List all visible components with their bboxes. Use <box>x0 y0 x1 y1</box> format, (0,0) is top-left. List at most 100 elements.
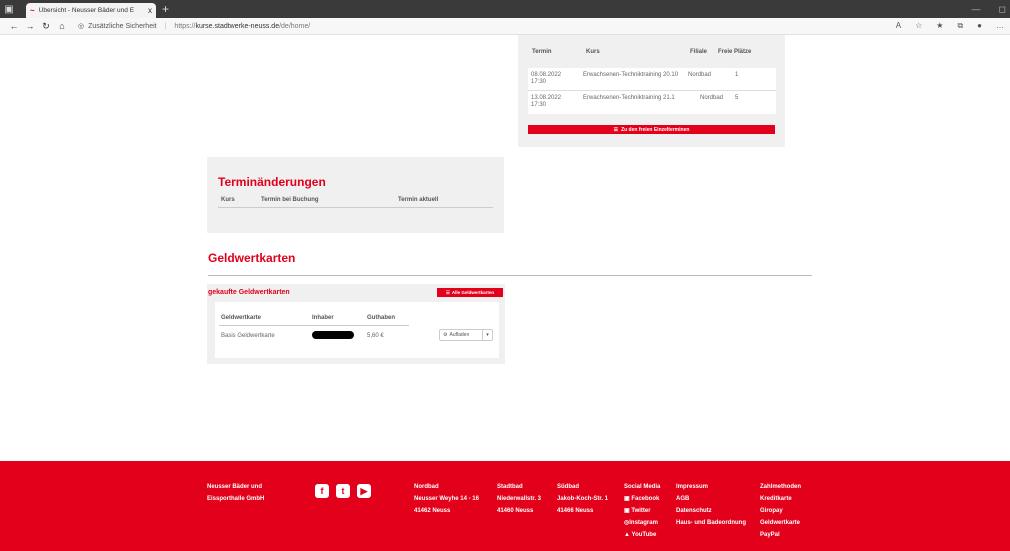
stadtbad-title[interactable]: Stadtbad <box>497 481 541 493</box>
add-favorite-icon[interactable]: ☆ <box>915 21 922 31</box>
col-termin-aktuell: Termin aktuell <box>398 197 439 203</box>
payment-title: Zahlmethoden <box>760 484 802 490</box>
new-tab-button[interactable]: + <box>162 2 169 16</box>
all-value-cards-label: Alle Geldwertkarten <box>451 290 495 295</box>
list-icon: ☰ <box>445 289 450 295</box>
page-content: Termin Kurs Filiale Freie Plätze 08.08.2… <box>0 35 1010 461</box>
social-icons: f t ▶ <box>315 484 371 498</box>
home-icon[interactable]: ⌂ <box>54 21 70 31</box>
cell-kurs: Erwachsenen-Techniktraining 21.1 <box>583 95 675 101</box>
nordbad-street: Neusser Weyhe 14 - 16 <box>414 496 479 502</box>
social-youtube-link[interactable]: ▲ YouTube <box>624 529 660 541</box>
col-geldwertkarte: Geldwertkarte <box>221 315 262 321</box>
cell-termin: 08.08.2022 17:30 <box>531 72 562 85</box>
recharge-button[interactable]: ⚙ Aufladen ▾ <box>439 329 493 341</box>
gear-icon: ⚙ <box>443 332 448 338</box>
social-twitter-link[interactable]: ▣ Twitter <box>624 505 660 517</box>
site-favicon-icon: ~ <box>30 6 35 15</box>
reload-icon[interactable]: ↻ <box>38 21 54 32</box>
agb-link[interactable]: AGB <box>676 493 746 505</box>
facebook-icon: ▣ <box>624 496 630 502</box>
stadtbad-city: 41460 Neuss <box>497 508 534 514</box>
read-aloud-icon[interactable]: A <box>896 21 901 31</box>
window-menu-icon[interactable]: ▣ <box>0 0 18 18</box>
cell-filiale: Nordbad <box>700 95 724 101</box>
url-field[interactable]: ◎ Zusätzliche Sicherheit | https://kurse… <box>78 22 896 31</box>
more-icon[interactable]: … <box>996 21 1004 31</box>
value-cards-title: Geldwertkarten <box>208 251 296 265</box>
cell-kurs: Erwachsenen-Techniktraining 20.10 <box>583 72 679 78</box>
suedbad-title[interactable]: Südbad <box>557 481 608 493</box>
payment-valuecard[interactable]: Geldwertkarte <box>760 517 801 529</box>
twitter-icon[interactable]: t <box>336 484 350 498</box>
browser-tab[interactable]: ~ Übersicht - Neusser Bäder und E x <box>26 3 156 18</box>
purchased-value-cards-box: gekaufte Geldwertkarten ☰ Alle Geldwertk… <box>207 284 505 364</box>
collections-icon[interactable]: ⧉ <box>957 21 963 31</box>
footer-suedbad: Südbad Jakob-Koch-Str. 1 41466 Neuss <box>557 481 608 517</box>
youtube-icon[interactable]: ▶ <box>357 484 371 498</box>
footer-legal: Impressum AGB Datenschutz Haus- und Bade… <box>676 481 746 529</box>
nordbad-title[interactable]: Nordbad <box>414 481 479 493</box>
col-plaetze: Freie Plätze <box>718 49 752 55</box>
social-title: Social Media <box>624 484 661 490</box>
nordbad-city: 41462 Neuss <box>414 508 451 514</box>
payment-creditcard[interactable]: Kreditkarte <box>760 493 801 505</box>
list-icon: ☰ <box>613 126 619 133</box>
facebook-icon[interactable]: f <box>315 484 329 498</box>
recharge-label: Aufladen <box>449 332 470 338</box>
address-bar: ← → ↻ ⌂ ◎ Zusätzliche Sicherheit | https… <box>0 18 1010 35</box>
forward-icon[interactable]: → <box>22 21 38 31</box>
company-line: Eissporthalle GmbH <box>207 496 265 502</box>
divider <box>218 207 493 208</box>
cell-card-name: Basis Geldwertkarte <box>221 333 275 339</box>
appointment-changes-card: Terminänderungen Kurs Termin bei Buchung… <box>207 157 504 233</box>
footer-stadtbad: Stadtbad Niederwallstr. 3 41460 Neuss <box>497 481 541 517</box>
free-appointments-button[interactable]: ☰ Zu den freien Einzelterminen <box>528 125 775 134</box>
youtube-icon: ▲ <box>624 532 630 538</box>
footer-social: Social Media ▣ Facebook ▣ Twitter ◎Insta… <box>624 481 660 541</box>
table-row[interactable]: 08.08.2022 17:30 Erwachsenen-Techniktrai… <box>528 68 776 91</box>
twitter-icon: ▣ <box>624 508 630 514</box>
hausordnung-link[interactable]: Haus- und Badeordnung <box>676 517 746 529</box>
browser-toolbar: A ☆ ★ ⧉ ● … <box>896 21 1004 31</box>
col-termin-bei-buchung: Termin bei Buchung <box>261 197 319 203</box>
divider <box>208 275 812 276</box>
window-controls: — ◻ <box>972 0 1006 18</box>
company-line: Neusser Bäder und <box>207 484 263 490</box>
impressum-link[interactable]: Impressum <box>676 481 746 493</box>
value-cards-table: Geldwertkarte Inhaber Guthaben Basis Gel… <box>215 302 499 358</box>
back-icon[interactable]: ← <box>6 21 22 31</box>
footer-company: Neusser Bäder und Eissporthalle GmbH <box>207 481 264 505</box>
social-facebook-link[interactable]: ▣ Facebook <box>624 493 660 505</box>
col-inhaber: Inhaber <box>312 315 334 321</box>
payment-giropay[interactable]: Giropay <box>760 505 801 517</box>
divider <box>219 325 409 326</box>
payment-paypal[interactable]: PayPal <box>760 529 801 541</box>
tab-close-icon[interactable]: x <box>148 6 152 15</box>
purchased-value-cards-subtitle: gekaufte Geldwertkarten <box>208 289 290 296</box>
tab-title: Übersicht - Neusser Bäder und E <box>38 7 135 14</box>
minimize-icon[interactable]: — <box>972 4 981 14</box>
suedbad-street: Jakob-Koch-Str. 1 <box>557 496 609 502</box>
cell-balance: 5,60 € <box>367 333 384 339</box>
suedbad-city: 41466 Neuss <box>557 508 594 514</box>
restore-icon[interactable]: ◻ <box>999 4 1006 15</box>
chevron-down-icon[interactable]: ▾ <box>482 330 492 340</box>
security-label: Zusätzliche Sicherheit <box>88 22 157 30</box>
free-appointments-label: Zu den freien Einzelterminen <box>621 126 690 133</box>
redacted-owner <box>312 331 354 339</box>
social-instagram-link[interactable]: ◎Instagram <box>624 517 660 529</box>
cell-filiale: Nordbad <box>688 72 712 78</box>
col-kurs: Kurs <box>586 49 600 55</box>
favorites-icon[interactable]: ★ <box>936 21 943 31</box>
table-row[interactable]: 13.08.2022 17:30 Erwachsenen-Techniktrai… <box>528 91 776 114</box>
col-termin: Termin <box>532 49 552 55</box>
footer-nordbad: Nordbad Neusser Weyhe 14 - 16 41462 Neus… <box>414 481 479 517</box>
shield-icon: ◎ <box>78 23 85 30</box>
appointment-changes-title: Terminänderungen <box>218 175 326 189</box>
cell-plaetze: 5 <box>735 95 739 101</box>
datenschutz-link[interactable]: Datenschutz <box>676 505 746 517</box>
cell-termin: 13.08.2022 17:30 <box>531 95 562 108</box>
profile-icon[interactable]: ● <box>977 21 982 31</box>
all-value-cards-button[interactable]: ☰ Alle Geldwertkarten <box>437 288 503 297</box>
